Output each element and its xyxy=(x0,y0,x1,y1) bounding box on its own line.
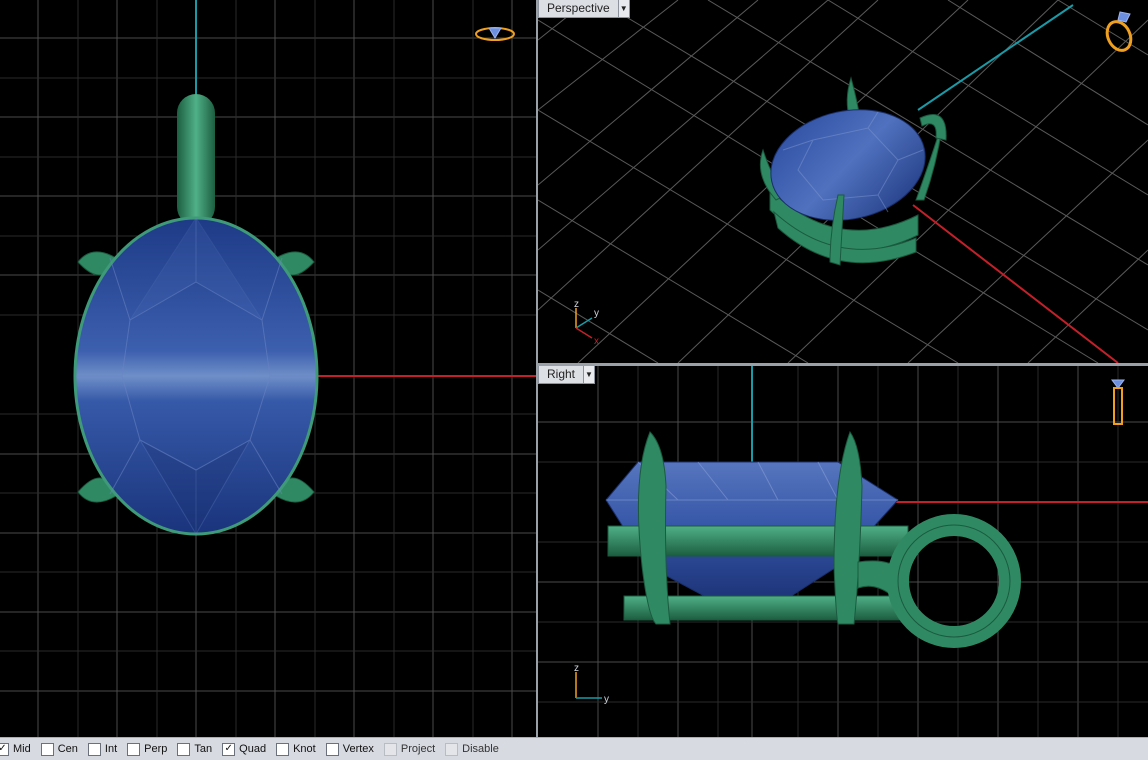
y-axis-label: y xyxy=(594,308,599,319)
osnap-vertex[interactable]: Vertex xyxy=(325,742,374,756)
osnap-checkbox[interactable] xyxy=(383,742,397,756)
axis-triad: z y x xyxy=(574,299,599,347)
osnap-status-bar: ✓ Mid Cen Int Perp Tan ✓ Quad Knot Vertex … xyxy=(0,737,1148,760)
prong xyxy=(637,431,671,625)
osnap-checkbox[interactable] xyxy=(445,742,459,756)
viewport-title[interactable]: Perspective xyxy=(539,0,618,17)
z-axis-label: z xyxy=(574,663,579,674)
axis-triad: z y xyxy=(574,663,609,705)
chevron-down-icon[interactable]: ▼ xyxy=(583,366,595,383)
perspective-viewport-scene xyxy=(538,0,1148,363)
osnap-int[interactable]: Int xyxy=(87,742,117,756)
osnap-checkbox[interactable] xyxy=(127,742,141,756)
osnap-checkbox[interactable] xyxy=(40,742,54,756)
setting-loop xyxy=(919,114,947,141)
perspective-viewport[interactable]: Perspective ▼ z y x xyxy=(538,0,1148,363)
z-axis-label: z xyxy=(574,299,579,310)
osnap-project[interactable]: Project xyxy=(383,742,435,756)
chevron-down-icon[interactable]: ▼ xyxy=(617,0,629,17)
osnap-checkbox[interactable] xyxy=(276,742,290,756)
right-viewport-tab[interactable]: Right ▼ xyxy=(538,366,596,384)
osnap-checkbox[interactable]: ✓ xyxy=(0,742,9,756)
y-axis-label: y xyxy=(604,694,609,705)
osnap-checkbox[interactable] xyxy=(87,742,101,756)
osnap-disable[interactable]: Disable xyxy=(445,742,499,756)
perspective-viewport-tab[interactable]: Perspective ▼ xyxy=(538,0,630,18)
osnap-perp[interactable]: Perp xyxy=(127,742,167,756)
right-viewport[interactable]: Right ▼ z y xyxy=(538,366,1148,737)
right-viewport-scene xyxy=(538,366,1148,737)
y-axis-line xyxy=(917,4,1074,111)
front-viewport-scene xyxy=(0,0,536,737)
osnap-checkbox[interactable]: ✓ xyxy=(222,742,236,756)
osnap-quad[interactable]: ✓ Quad xyxy=(222,742,266,756)
osnap-cen[interactable]: Cen xyxy=(40,742,78,756)
osnap-knot[interactable]: Knot xyxy=(276,742,316,756)
osnap-mid[interactable]: ✓ Mid xyxy=(0,742,31,756)
ring-view-icon[interactable] xyxy=(1106,374,1130,430)
front-viewport[interactable] xyxy=(0,0,536,737)
osnap-checkbox[interactable] xyxy=(177,742,191,756)
x-axis-label: x xyxy=(594,336,599,347)
bail xyxy=(177,94,215,226)
ring-view-icon[interactable] xyxy=(1102,8,1138,54)
viewport-title[interactable]: Right xyxy=(539,366,583,383)
osnap-tan[interactable]: Tan xyxy=(177,742,212,756)
ring-view-icon[interactable] xyxy=(474,24,516,44)
osnap-checkbox[interactable] xyxy=(325,742,339,756)
